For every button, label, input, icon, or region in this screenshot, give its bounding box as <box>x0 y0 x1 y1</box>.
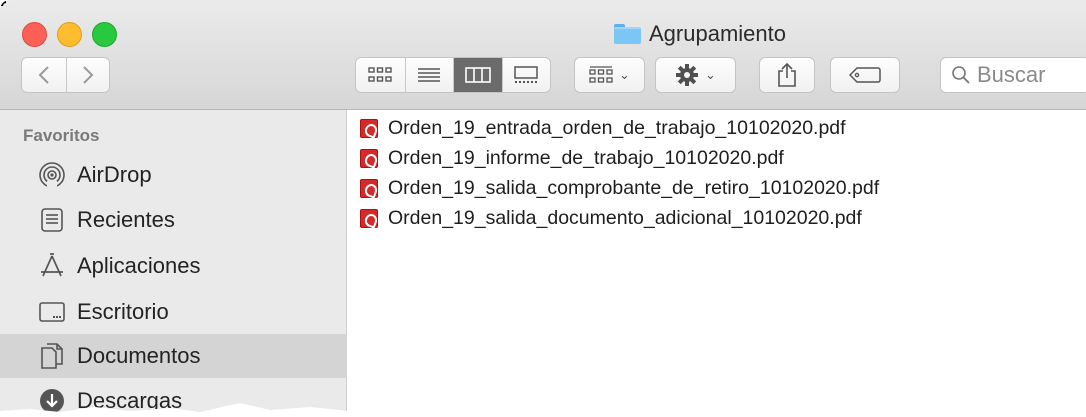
share-icon <box>778 62 796 87</box>
gear-icon <box>676 64 699 86</box>
arrange-button[interactable]: ⌄ <box>574 57 645 93</box>
sidebar: Favoritos AirDrop Recientes Aplicaciones… <box>0 110 347 417</box>
window-corner <box>0 0 6 6</box>
tag-icon <box>849 67 881 83</box>
nav-buttons <box>21 57 110 93</box>
tags-button[interactable] <box>830 57 900 93</box>
list-item[interactable]: Orden_19_salida_documento_adicional_1010… <box>360 204 862 232</box>
titlebar: Agrupamiento ⌄ ⌄ Buscar <box>0 0 1086 110</box>
sidebar-item-label: Documentos <box>77 343 201 368</box>
grid-icon <box>368 67 392 82</box>
sidebar-item-label: Aplicaciones <box>77 253 201 278</box>
file-list: Orden_19_entrada_orden_de_trabajo_101020… <box>348 110 1086 417</box>
gallery-view-button[interactable] <box>501 58 551 92</box>
icons-view-button[interactable] <box>356 58 405 92</box>
maximize-button[interactable] <box>92 22 117 47</box>
share-button[interactable] <box>759 57 815 93</box>
sidebar-item-label: Escritorio <box>77 299 169 324</box>
sidebar-item-documentos[interactable]: Documentos <box>0 334 347 378</box>
sidebar-item-airdrop[interactable]: AirDrop <box>0 153 347 197</box>
columns-icon <box>464 67 491 83</box>
minimize-button[interactable] <box>57 22 82 47</box>
sidebar-item-aplicaciones[interactable]: Aplicaciones <box>0 244 347 288</box>
action-button[interactable]: ⌄ <box>655 57 736 93</box>
file-name: Orden_19_salida_documento_adicional_1010… <box>388 206 862 229</box>
list-item[interactable]: Orden_19_salida_comprobante_de_retiro_10… <box>360 174 879 202</box>
torn-edge <box>0 403 1086 417</box>
finder-window: Agrupamiento ⌄ ⌄ Buscar Favoritos AirDro… <box>0 0 1086 417</box>
folder-icon <box>614 24 641 44</box>
list-item[interactable]: Orden_19_informe_de_trabajo_10102020.pdf <box>360 144 784 172</box>
pdf-icon <box>360 208 378 228</box>
sidebar-item-label: Recientes <box>77 207 175 232</box>
list-view-button[interactable] <box>404 58 454 92</box>
back-button[interactable] <box>22 58 66 92</box>
search-placeholder: Buscar <box>977 62 1046 87</box>
window-title: Agrupamiento <box>649 21 786 46</box>
arrange-icon <box>589 66 613 83</box>
recents-icon <box>37 205 67 235</box>
pdf-icon <box>360 178 378 198</box>
sidebar-item-escritorio[interactable]: Escritorio <box>0 290 347 334</box>
search-icon <box>952 66 970 84</box>
search-input[interactable]: Buscar <box>940 57 1086 93</box>
sidebar-item-label: AirDrop <box>77 162 152 187</box>
file-name: Orden_19_informe_de_trabajo_10102020.pdf <box>388 146 784 169</box>
file-name: Orden_19_entrada_orden_de_trabajo_101020… <box>388 116 846 139</box>
file-name: Orden_19_salida_comprobante_de_retiro_10… <box>388 176 880 199</box>
sidebar-heading: Favoritos <box>23 126 100 145</box>
chevron-right-icon <box>83 66 94 84</box>
sidebar-item-recientes[interactable]: Recientes <box>0 198 347 242</box>
chevron-left-icon <box>38 66 49 84</box>
chevron-down-icon: ⌄ <box>619 67 630 82</box>
view-mode-control <box>355 57 551 93</box>
applications-icon <box>37 251 67 281</box>
chevron-down-icon: ⌄ <box>705 67 716 82</box>
list-item[interactable]: Orden_19_entrada_orden_de_trabajo_101020… <box>360 114 846 142</box>
forward-button[interactable] <box>65 58 110 92</box>
columns-view-button[interactable] <box>453 58 502 92</box>
desktop-icon <box>37 297 67 327</box>
window-title-group: Agrupamiento <box>614 21 786 47</box>
documents-icon <box>37 341 67 371</box>
pdf-icon <box>360 118 378 138</box>
airdrop-icon <box>37 160 67 190</box>
gallery-icon <box>514 66 538 83</box>
pdf-icon <box>360 148 378 168</box>
close-button[interactable] <box>22 22 47 47</box>
list-icon <box>418 68 441 82</box>
